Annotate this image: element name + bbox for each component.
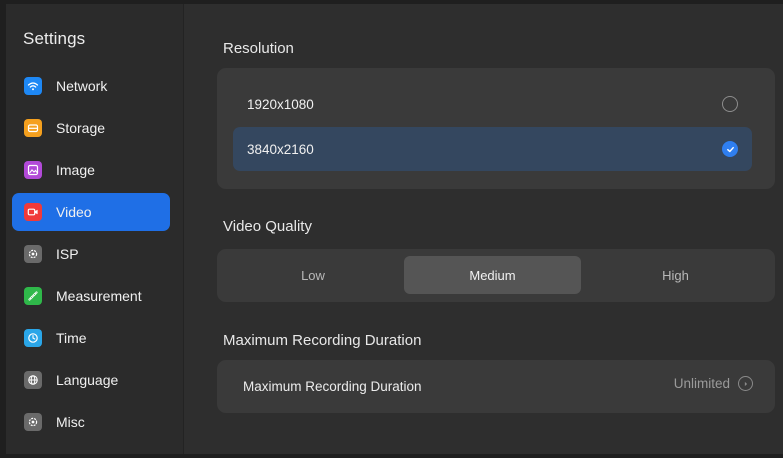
wifi-icon: [24, 77, 42, 95]
quality-option-high[interactable]: High: [584, 256, 767, 294]
sidebar-item-time[interactable]: Time: [12, 319, 170, 357]
sidebar-item-label: Video: [56, 204, 92, 220]
sidebar-title: Settings: [23, 29, 86, 48]
video-settings-panel: Resolution 1920x1080 3840x2160 Video Qua…: [184, 4, 783, 454]
sidebar-item-label: Storage: [56, 120, 106, 136]
max-duration-value: Unlimited: [673, 376, 730, 391]
sidebar-item-network[interactable]: Network: [12, 67, 170, 105]
sidebar-item-label: Time: [56, 330, 87, 346]
clock-icon: [24, 329, 42, 347]
sidebar-item-label: ISP: [56, 246, 79, 262]
resolution-option-1920x1080[interactable]: 1920x1080: [233, 82, 752, 126]
radio-checked-icon[interactable]: [722, 141, 738, 157]
sidebar-item-image[interactable]: Image: [12, 151, 170, 189]
ruler-icon: [24, 287, 42, 305]
sidebar-item-label: Image: [56, 162, 95, 178]
max-duration-section-title: Maximum Recording Duration: [223, 332, 422, 349]
gear-icon: [24, 245, 42, 263]
radio-unchecked-icon[interactable]: [722, 96, 738, 112]
max-duration-label: Maximum Recording Duration: [243, 379, 422, 394]
sidebar-item-isp[interactable]: ISP: [12, 235, 170, 273]
quality-option-low[interactable]: Low: [225, 256, 401, 294]
image-icon: [24, 161, 42, 179]
sidebar-item-measurement[interactable]: Measurement: [12, 277, 170, 315]
storage-icon: [24, 119, 42, 137]
max-duration-row[interactable]: Maximum Recording Duration Unlimited: [217, 360, 775, 413]
video-quality-selector: Low Medium High: [217, 249, 775, 302]
sidebar-item-label: Measurement: [56, 288, 142, 304]
sidebar-nav: Network Storage Image Video ISP Measurem…: [12, 67, 170, 445]
video-quality-section-title: Video Quality: [223, 218, 312, 235]
sidebar-item-label: Language: [56, 372, 119, 388]
resolution-option-label: 1920x1080: [247, 96, 314, 112]
video-camera-icon: [24, 203, 42, 221]
sidebar-item-storage[interactable]: Storage: [12, 109, 170, 147]
gear-icon: [24, 413, 42, 431]
sidebar-item-video[interactable]: Video: [12, 193, 170, 231]
sidebar-item-language[interactable]: Language: [12, 361, 170, 399]
sidebar-item-misc[interactable]: Misc: [12, 403, 170, 441]
max-duration-value-button[interactable]: Unlimited: [674, 376, 753, 391]
resolution-card: 1920x1080 3840x2160: [217, 68, 775, 189]
sidebar-item-label: Network: [56, 78, 108, 94]
settings-window: Settings Network Storage Image Video ISP…: [6, 4, 783, 454]
resolution-option-3840x2160[interactable]: 3840x2160: [233, 127, 752, 171]
quality-option-medium[interactable]: Medium: [404, 256, 581, 294]
sidebar: Settings Network Storage Image Video ISP…: [6, 4, 184, 454]
resolution-option-label: 3840x2160: [247, 141, 314, 157]
sidebar-item-label: Misc: [56, 414, 85, 430]
globe-icon: [24, 371, 42, 389]
resolution-section-title: Resolution: [223, 40, 294, 57]
chevron-right-circle-icon: [738, 376, 753, 391]
